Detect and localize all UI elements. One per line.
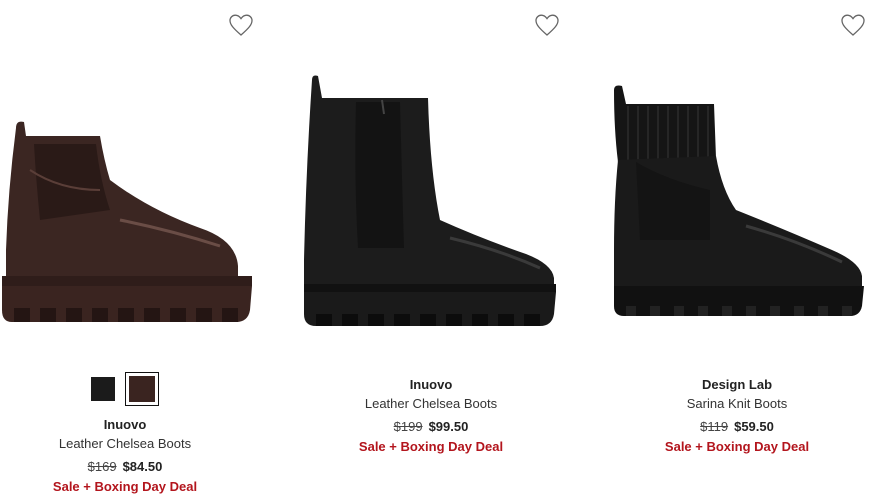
product-info: Design Lab Sarina Knit Boots $119 $59.50 … xyxy=(606,374,868,455)
sale-price: $99.50 xyxy=(428,419,469,434)
sale-price: $84.50 xyxy=(122,459,163,474)
original-price: $169 xyxy=(87,459,117,474)
product-price: $199 $99.50 xyxy=(300,418,562,435)
promo-label: Sale + Boxing Day Deal xyxy=(52,479,198,494)
sale-price: $59.50 xyxy=(734,419,774,434)
product-brand[interactable]: Inuovo xyxy=(0,416,256,433)
product-brand[interactable]: Inuovo xyxy=(300,376,562,393)
color-swatch-brown[interactable] xyxy=(125,372,159,406)
product-name[interactable]: Leather Chelsea Boots xyxy=(0,435,256,452)
product-image[interactable] xyxy=(300,70,562,332)
color-swatches xyxy=(0,372,256,406)
product-name[interactable]: Sarina Knit Boots xyxy=(606,395,868,412)
product-grid: Inuovo Leather Chelsea Boots $169 $84.50 … xyxy=(0,0,889,499)
product-brand[interactable]: Design Lab xyxy=(606,376,868,393)
heart-outline-icon[interactable] xyxy=(534,13,560,37)
product-info: Inuovo Leather Chelsea Boots $169 $84.50 … xyxy=(0,372,256,495)
product-card[interactable]: Inuovo Leather Chelsea Boots $199 $99.50 … xyxy=(300,0,562,499)
product-card[interactable]: Inuovo Leather Chelsea Boots $169 $84.50 … xyxy=(0,0,262,499)
heart-outline-icon[interactable] xyxy=(228,13,254,37)
original-price: $199 xyxy=(393,419,423,434)
product-price: $119 $59.50 xyxy=(606,418,868,435)
product-price: $169 $84.50 xyxy=(0,458,256,475)
product-name[interactable]: Leather Chelsea Boots xyxy=(300,395,562,412)
product-image[interactable] xyxy=(606,70,868,332)
heart-outline-icon[interactable] xyxy=(840,13,866,37)
promo-label: Sale + Boxing Day Deal xyxy=(664,439,810,454)
promo-label: Sale + Boxing Day Deal xyxy=(358,439,504,454)
original-price: $119 xyxy=(700,419,729,434)
color-swatch-black[interactable] xyxy=(91,377,115,401)
product-info: Inuovo Leather Chelsea Boots $199 $99.50 … xyxy=(300,374,562,455)
product-image[interactable] xyxy=(0,70,262,332)
product-card[interactable]: Design Lab Sarina Knit Boots $119 $59.50 … xyxy=(606,0,868,499)
